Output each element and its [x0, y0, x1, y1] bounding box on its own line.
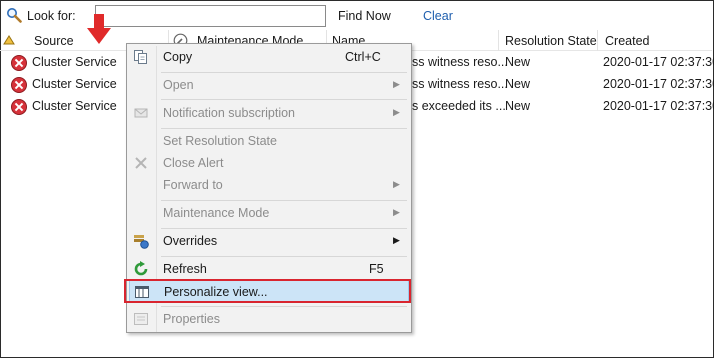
- column-resolution-state[interactable]: Resolution State: [505, 34, 597, 48]
- look-for-label: Look for:: [27, 9, 76, 23]
- cell-created: 2020-01-17 02:37:30: [603, 77, 714, 91]
- menu-label: Set Resolution State: [163, 134, 277, 148]
- menu-item-forward-to[interactable]: Forward to ▶: [129, 174, 409, 196]
- menu-item-copy[interactable]: Copy Ctrl+C: [129, 46, 409, 68]
- menu-item-properties[interactable]: Properties: [129, 308, 409, 330]
- menu-label: Properties: [163, 312, 220, 326]
- cell-resolution-state: New: [505, 99, 531, 113]
- cell-resolution-state: New: [505, 77, 531, 91]
- menu-separator: [161, 99, 407, 100]
- red-arrow-annotation: [87, 14, 111, 44]
- menu-label: Forward to: [163, 178, 223, 192]
- menu-label: Copy: [163, 50, 193, 64]
- column-separator[interactable]: [498, 30, 499, 51]
- cell-source: Cluster Service: [32, 77, 117, 91]
- menu-item-overrides[interactable]: Overrides ▶: [129, 230, 409, 252]
- menu-item-refresh[interactable]: Refresh F5: [129, 258, 409, 280]
- menu-label: Notification subscription: [163, 106, 296, 120]
- red-highlight-box: [124, 279, 411, 303]
- cell-created: 2020-01-17 02:37:30: [603, 55, 714, 69]
- cell-source: Cluster Service: [32, 55, 117, 69]
- menu-separator: [161, 128, 407, 129]
- cell-name: ss witness reso...: [412, 77, 508, 91]
- submenu-arrow-icon: ▶: [393, 235, 400, 245]
- alert-header-icon: [3, 35, 15, 45]
- error-icon: [11, 55, 27, 71]
- column-source[interactable]: Source: [34, 34, 74, 48]
- menu-label: Overrides: [163, 234, 218, 248]
- error-icon: [11, 77, 27, 93]
- menu-label: Close Alert: [163, 156, 224, 170]
- search-icon: [7, 8, 22, 23]
- cell-name: s exceeded its ...: [412, 99, 506, 113]
- properties-icon: [134, 313, 148, 325]
- submenu-arrow-icon: ▶: [393, 179, 400, 189]
- submenu-arrow-icon: ▶: [393, 79, 400, 89]
- menu-item-notification-subscription[interactable]: Notification subscription ▶: [129, 102, 409, 124]
- cell-created: 2020-01-17 02:37:30: [603, 99, 714, 113]
- copy-icon: [134, 50, 147, 64]
- menu-separator: [161, 72, 407, 73]
- error-icon: [11, 99, 27, 115]
- cell-source: Cluster Service: [32, 99, 117, 113]
- search-input[interactable]: [95, 5, 326, 27]
- cell-resolution-state: New: [505, 55, 531, 69]
- submenu-arrow-icon: ▶: [393, 107, 400, 117]
- menu-label: Maintenance Mode: [163, 206, 270, 220]
- cell-name: ss witness reso...: [412, 55, 508, 69]
- clear-button[interactable]: Clear: [423, 9, 453, 23]
- column-created[interactable]: Created: [605, 34, 649, 48]
- submenu-arrow-icon: ▶: [393, 207, 400, 217]
- menu-separator: [161, 200, 407, 201]
- notification-icon: [134, 108, 148, 118]
- menu-item-close-alert[interactable]: Close Alert: [129, 152, 409, 174]
- menu-item-open[interactable]: Open ▶: [129, 74, 409, 96]
- menu-label: Open: [163, 78, 194, 92]
- overrides-icon: [134, 235, 149, 249]
- menu-shortcut: Ctrl+C: [345, 50, 381, 64]
- refresh-icon: [134, 261, 148, 276]
- close-alert-icon: [135, 157, 147, 169]
- menu-separator: [161, 306, 407, 307]
- menu-label: Refresh: [163, 262, 207, 276]
- menu-separator: [161, 228, 407, 229]
- menu-item-maintenance-mode[interactable]: Maintenance Mode ▶: [129, 202, 409, 224]
- menu-item-set-resolution-state[interactable]: Set Resolution State: [129, 130, 409, 152]
- menu-shortcut: F5: [369, 262, 384, 276]
- column-separator[interactable]: [597, 30, 598, 51]
- find-now-button[interactable]: Find Now: [338, 9, 391, 23]
- menu-separator: [161, 256, 407, 257]
